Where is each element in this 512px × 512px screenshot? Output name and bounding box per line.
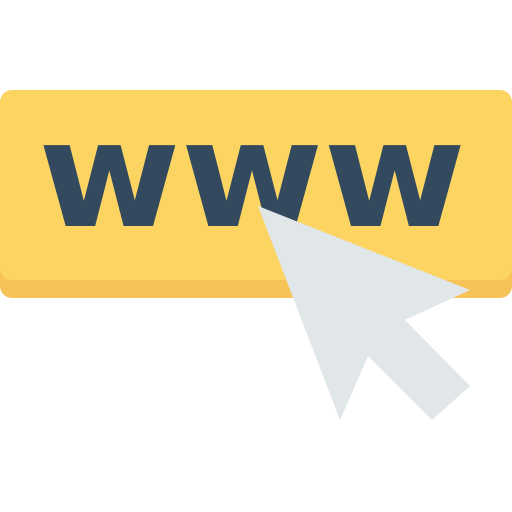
www-button-illustration: www [0, 89, 512, 420]
www-label: www [38, 89, 466, 261]
www-icon-canvas: www [0, 0, 512, 512]
